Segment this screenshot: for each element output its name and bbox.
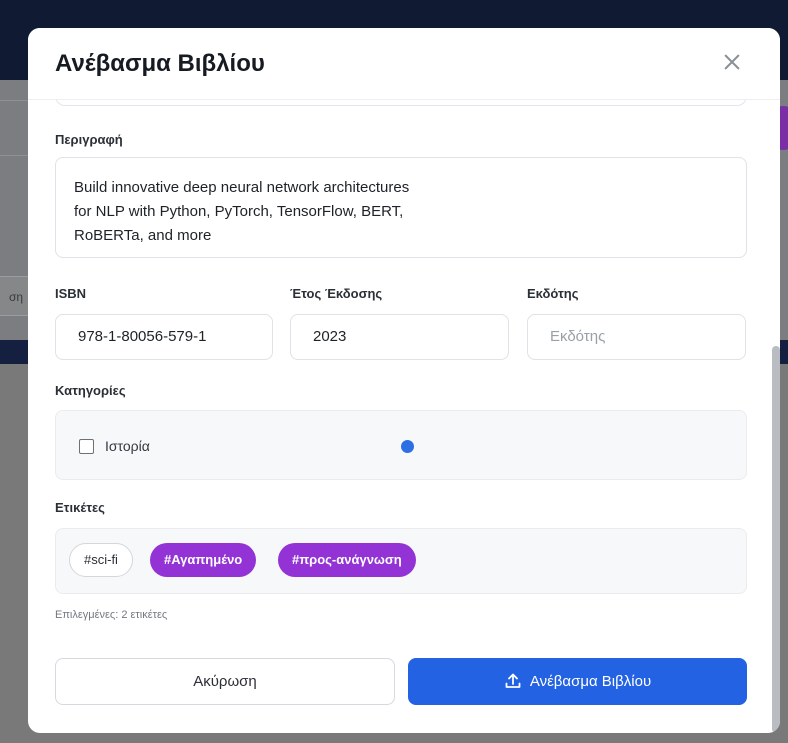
- modal-header: Ανέβασμα Βιβλίου: [28, 28, 780, 100]
- tags-box: #sci-fi #Αγαπημένο #προς-ανάγνωση: [55, 528, 747, 594]
- upload-button-label: Ανέβασμα Βιβλίου: [529, 673, 652, 690]
- description-textarea[interactable]: Build innovative deep neural network arc…: [55, 157, 747, 258]
- close-icon[interactable]: [720, 50, 744, 74]
- categories-box: Ιστορία: [55, 410, 747, 480]
- categories-label: Κατηγορίες: [55, 383, 126, 398]
- isbn-input[interactable]: 978-1-80056-579-1: [55, 314, 273, 360]
- isbn-label: ISBN: [55, 286, 87, 301]
- tag-sci-fi[interactable]: #sci-fi: [69, 543, 133, 577]
- tags-label: Ετικέτες: [55, 500, 105, 515]
- year-label: Έτος Έκδοσης: [290, 286, 383, 301]
- selected-tags-count: Επιλεγμένες: 2 ετικέτες: [55, 609, 168, 621]
- upload-icon: [505, 673, 521, 688]
- category-checkbox[interactable]: [79, 439, 94, 454]
- tag-favorite[interactable]: #Αγαπημένο: [150, 543, 257, 577]
- description-label: Περιγραφή: [55, 132, 123, 147]
- cancel-button[interactable]: Ακύρωση: [55, 658, 395, 705]
- upload-book-button[interactable]: Ανέβασμα Βιβλίου: [408, 658, 747, 705]
- category-label[interactable]: Ιστορία: [105, 438, 150, 454]
- year-input[interactable]: 2023: [290, 314, 509, 360]
- tag-to-read[interactable]: #προς-ανάγνωση: [278, 543, 416, 577]
- background-input-text: ση: [9, 290, 24, 304]
- category-indicator-dot: [401, 440, 414, 453]
- modal-scrollbar[interactable]: [772, 346, 780, 733]
- modal-title: Ανέβασμα Βιβλίου: [55, 50, 265, 77]
- publisher-input[interactable]: Εκδότης: [527, 314, 746, 360]
- publisher-label: Εκδότης: [527, 286, 579, 301]
- upload-book-modal: Ανέβασμα Βιβλίου Περιγραφή Build innovat…: [28, 28, 780, 733]
